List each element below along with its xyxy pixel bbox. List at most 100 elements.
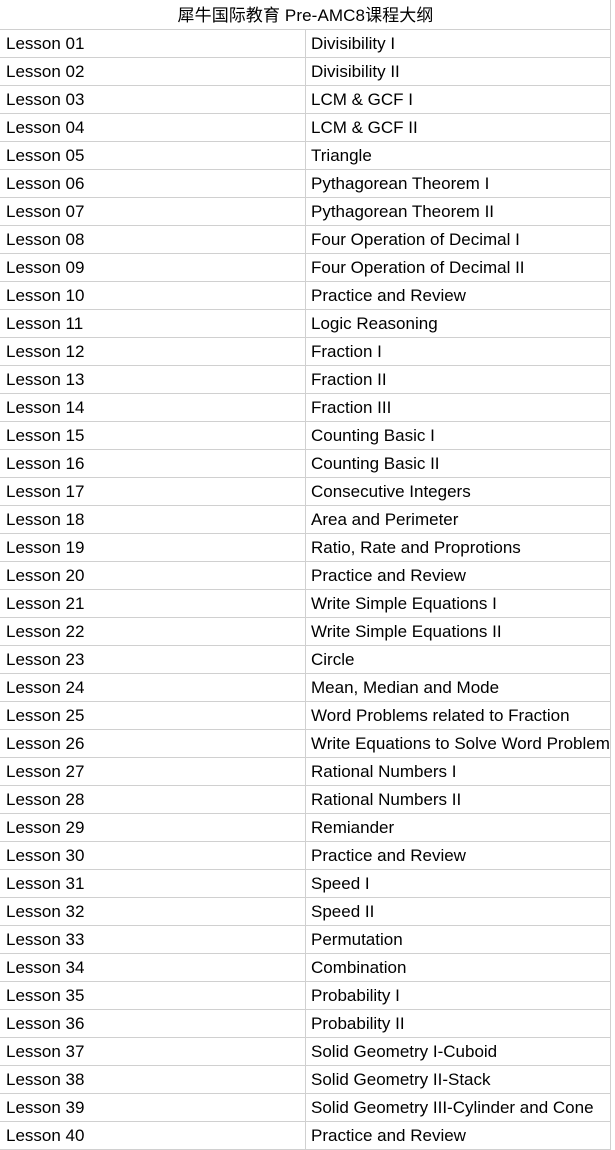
lesson-number-cell: Lesson 25 (0, 701, 306, 730)
lesson-number-label: Lesson 04 (6, 118, 85, 137)
table-row: Lesson 35 Probability I (0, 981, 611, 1010)
lesson-topic-cell: Four Operation of Decimal II (305, 253, 611, 282)
lesson-topic-cell: Triangle (305, 141, 611, 170)
table-row: Lesson 31 Speed I (0, 869, 611, 898)
lesson-topic-label: Solid Geometry III-Cylinder and Cone (311, 1098, 594, 1117)
lesson-number-label: Lesson 12 (6, 342, 85, 361)
lesson-topic-cell: Solid Geometry II-Stack (305, 1065, 611, 1094)
lesson-number-cell: Lesson 29 (0, 813, 306, 842)
lesson-number-cell: Lesson 24 (0, 673, 306, 702)
lesson-topic-label: Divisibility I (311, 34, 396, 53)
lesson-topic-cell: Fraction I (305, 337, 611, 366)
table-row: Lesson 12 Fraction I (0, 337, 611, 366)
table-row: Lesson 09 Four Operation of Decimal II (0, 253, 611, 282)
table-row: Lesson 23 Circle (0, 645, 611, 674)
lesson-number-label: Lesson 35 (6, 986, 85, 1005)
lesson-topic-cell: Divisibility I (305, 29, 611, 58)
lesson-number-label: Lesson 11 (6, 314, 84, 333)
lesson-number-label: Lesson 28 (6, 790, 85, 809)
lesson-topic-cell: Combination (305, 953, 611, 982)
lesson-number-cell: Lesson 07 (0, 197, 306, 226)
table-row: Lesson 16 Counting Basic II (0, 449, 611, 478)
lesson-topic-cell: Speed I (305, 869, 611, 898)
table-row: Lesson 14 Fraction III (0, 393, 611, 422)
lesson-topic-label: Probability II (311, 1014, 405, 1033)
table-row: Lesson 28 Rational Numbers II (0, 785, 611, 814)
table-row: Lesson 37 Solid Geometry I-Cuboid (0, 1037, 611, 1066)
lesson-topic-label: Rational Numbers I (311, 762, 457, 781)
lesson-number-label: Lesson 15 (6, 426, 85, 445)
lesson-topic-label: LCM & GCF I (311, 90, 414, 109)
lesson-number-cell: Lesson 36 (0, 1009, 306, 1038)
lesson-topic-cell: Probability II (305, 1009, 611, 1038)
lesson-number-cell: Lesson 08 (0, 225, 306, 254)
lesson-topic-cell: Circle (305, 645, 611, 674)
lesson-topic-label: Four Operation of Decimal II (311, 258, 525, 277)
lesson-topic-label: Speed I (311, 874, 370, 893)
lesson-number-cell: Lesson 38 (0, 1065, 306, 1094)
table-row: Lesson 11 Logic Reasoning (0, 309, 611, 338)
lesson-number-cell: Lesson 18 (0, 505, 306, 534)
lesson-number-cell: Lesson 12 (0, 337, 306, 366)
lesson-topic-label: Pythagorean Theorem II (311, 202, 495, 221)
syllabus-title-row: 犀牛国际教育 Pre-AMC8课程大纲 (0, 0, 611, 30)
lesson-number-cell: Lesson 17 (0, 477, 306, 506)
lesson-topic-cell: Fraction III (305, 393, 611, 422)
lesson-number-label: Lesson 10 (6, 286, 85, 305)
lesson-topic-cell: LCM & GCF I (305, 85, 611, 114)
lesson-number-label: Lesson 30 (6, 846, 85, 865)
lesson-number-cell: Lesson 32 (0, 897, 306, 926)
lesson-number-label: Lesson 20 (6, 566, 85, 585)
lesson-number-cell: Lesson 23 (0, 645, 306, 674)
lesson-topic-label: Practice and Review (311, 566, 466, 585)
lesson-number-label: Lesson 31 (6, 874, 85, 893)
lesson-number-cell: Lesson 35 (0, 981, 306, 1010)
lesson-number-label: Lesson 26 (6, 734, 85, 753)
lesson-topic-label: Write Simple Equations II (311, 622, 502, 641)
lesson-topic-label: Ratio, Rate and Proprotions (311, 538, 521, 557)
lesson-topic-label: Logic Reasoning (311, 314, 438, 333)
lesson-number-label: Lesson 39 (6, 1098, 85, 1117)
table-row: Lesson 36 Probability II (0, 1009, 611, 1038)
lesson-topic-cell: Practice and Review (305, 281, 611, 310)
lesson-topic-cell: Counting Basic I (305, 421, 611, 450)
lesson-number-label: Lesson 06 (6, 174, 85, 193)
lesson-topic-cell: Pythagorean Theorem I (305, 169, 611, 198)
lesson-topic-label: Circle (311, 650, 355, 669)
lesson-topic-label: Permutation (311, 930, 403, 949)
lesson-topic-cell: Consecutive Integers (305, 477, 611, 506)
lesson-topic-cell: Speed II (305, 897, 611, 926)
lesson-number-cell: Lesson 40 (0, 1121, 306, 1150)
lesson-topic-label: Word Problems related to Fraction (311, 706, 570, 725)
lesson-number-label: Lesson 36 (6, 1014, 85, 1033)
lesson-number-cell: Lesson 20 (0, 561, 306, 590)
lesson-number-cell: Lesson 31 (0, 869, 306, 898)
table-row: Lesson 08 Four Operation of Decimal I (0, 225, 611, 254)
table-row: Lesson 38 Solid Geometry II-Stack (0, 1065, 611, 1094)
lesson-number-label: Lesson 08 (6, 230, 85, 249)
lesson-topic-cell: Solid Geometry III-Cylinder and Cone (305, 1093, 611, 1122)
lesson-topic-cell: Write Simple Equations II (305, 617, 611, 646)
lesson-number-cell: Lesson 28 (0, 785, 306, 814)
lesson-topic-label: LCM & GCF II (311, 118, 418, 137)
table-row: Lesson 20 Practice and Review (0, 561, 611, 590)
lesson-number-label: Lesson 16 (6, 454, 85, 473)
lesson-number-label: Lesson 01 (6, 34, 85, 53)
table-row: Lesson 01 Divisibility I (0, 29, 611, 58)
lesson-number-cell: Lesson 37 (0, 1037, 306, 1066)
lesson-number-cell: Lesson 14 (0, 393, 306, 422)
lesson-topic-cell: Four Operation of Decimal I (305, 225, 611, 254)
lesson-number-cell: Lesson 21 (0, 589, 306, 618)
lesson-topic-cell: Logic Reasoning (305, 309, 611, 338)
lesson-topic-label: Four Operation of Decimal I (311, 230, 520, 249)
table-row: Lesson 26 Write Equations to Solve Word P… (0, 729, 611, 758)
lesson-topic-cell: Rational Numbers II (305, 785, 611, 814)
lesson-topic-label: Solid Geometry II-Stack (311, 1070, 491, 1089)
lesson-number-label: Lesson 24 (6, 678, 85, 697)
lesson-number-cell: Lesson 13 (0, 365, 306, 394)
lesson-number-label: Lesson 13 (6, 370, 85, 389)
lesson-number-cell: Lesson 05 (0, 141, 306, 170)
lesson-number-label: Lesson 19 (6, 538, 85, 557)
table-row: Lesson 30 Practice and Review (0, 841, 611, 870)
lesson-number-cell: Lesson 30 (0, 841, 306, 870)
